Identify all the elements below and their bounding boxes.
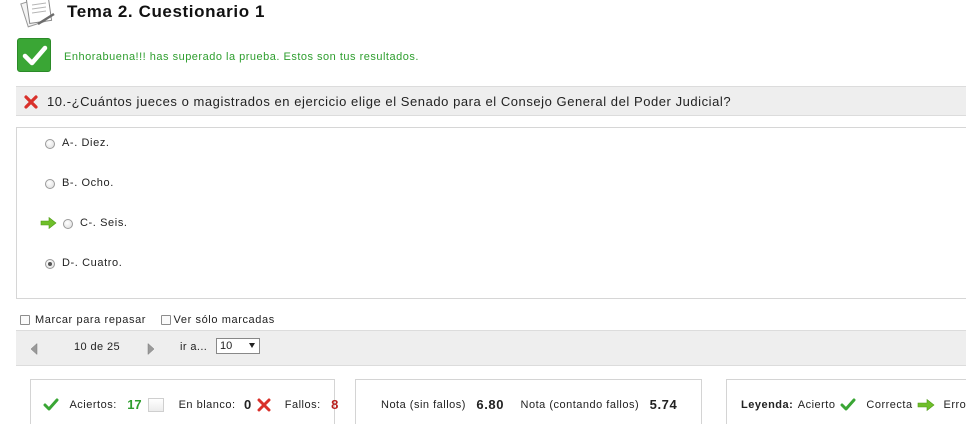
answer-label: A-. Diez.: [62, 137, 110, 149]
pager-bar: 10 de 25 ir a... 10: [16, 330, 966, 366]
prev-arrow-icon[interactable]: [30, 343, 38, 355]
radio-d[interactable]: [45, 259, 55, 269]
only-marked-checkbox[interactable]: [160, 314, 171, 325]
check-icon: [43, 398, 59, 411]
radio-b[interactable]: [45, 179, 55, 189]
check-icon: [840, 398, 856, 411]
answer-label: C-. Seis.: [80, 217, 128, 229]
result-text: Enhorabuena!!! has superado la prueba. E…: [64, 51, 419, 63]
score-summary-panel: Aciertos: 17 En blanco: 0 Fallos: 8: [30, 379, 338, 424]
legend-panel: Leyenda: Acierto Correcta Error: [726, 379, 966, 424]
red-x-icon: [24, 95, 38, 109]
goto-select-value: 10: [220, 340, 233, 352]
nota-con-value: 5.74: [649, 397, 678, 413]
radio-c[interactable]: [63, 219, 73, 229]
only-marked-label: Ver sólo marcadas: [173, 313, 275, 326]
answer-option-c[interactable]: C-. Seis.: [17, 217, 417, 233]
grades-row: Nota (sin fallos) 6.80 Nota (contando fa…: [381, 396, 677, 412]
page-header: Tema 2. Cuestionario 1: [0, 0, 966, 30]
review-label: Marcar para repasar: [35, 313, 147, 326]
answer-list: A-. Diez. B-. Ocho. C-. Seis. D-. Cuatro…: [16, 127, 966, 299]
question-counter: 10 de 25: [74, 341, 121, 353]
aciertos-value: 17: [127, 397, 142, 413]
answer-label: B-. Ocho.: [62, 177, 114, 189]
goto-label: ir a...: [180, 341, 208, 353]
score-summary-row: Aciertos: 17 En blanco: 0 Fallos: 8: [43, 396, 338, 412]
green-arrow-icon: [917, 398, 935, 411]
document-pencil-icon: [20, 0, 55, 28]
grades-panel: Nota (sin fallos) 6.80 Nota (contando fa…: [355, 379, 702, 424]
legend-acierto: Acierto: [797, 398, 836, 411]
review-checkbox[interactable]: [20, 314, 30, 325]
page-title: Tema 2. Cuestionario 1: [67, 2, 266, 21]
goto-select[interactable]: 10: [216, 338, 260, 354]
green-check-icon: [17, 38, 51, 72]
blanco-value: 0: [244, 397, 252, 413]
nota-sin-label: Nota (sin fallos): [381, 398, 466, 411]
question-text: 10.-¿Cuántos jueces o magistrados en eje…: [47, 94, 732, 109]
answer-label: D-. Cuatro.: [62, 257, 123, 269]
aciertos-label: Aciertos:: [69, 398, 117, 411]
radio-a[interactable]: [45, 139, 55, 149]
legend-title: Leyenda:: [741, 398, 794, 411]
next-arrow-icon[interactable]: [147, 343, 155, 355]
legend-correcta: Correcta: [866, 398, 913, 411]
review-options: Marcar para repasar Ver sólo marcadas: [20, 311, 275, 326]
legend-error: Error: [943, 398, 966, 411]
blanco-label: En blanco:: [178, 398, 236, 411]
answer-option-a[interactable]: A-. Diez.: [17, 137, 417, 153]
legend-row: Leyenda: Acierto Correcta Error: [741, 396, 966, 412]
fallos-value: 8: [331, 397, 339, 413]
red-x-icon: [257, 398, 271, 412]
question-header: 10.-¿Cuántos jueces o magistrados en eje…: [16, 86, 966, 116]
answer-option-b[interactable]: B-. Ocho.: [17, 177, 417, 193]
nota-sin-value: 6.80: [476, 397, 505, 413]
nota-con-label: Nota (contando fallos): [520, 398, 640, 411]
blank-icon: [148, 397, 165, 412]
answer-option-d[interactable]: D-. Cuatro.: [17, 257, 417, 273]
chevron-down-icon: [249, 343, 255, 348]
fallos-label: Fallos:: [284, 398, 321, 411]
correct-arrow-icon: [40, 217, 57, 229]
